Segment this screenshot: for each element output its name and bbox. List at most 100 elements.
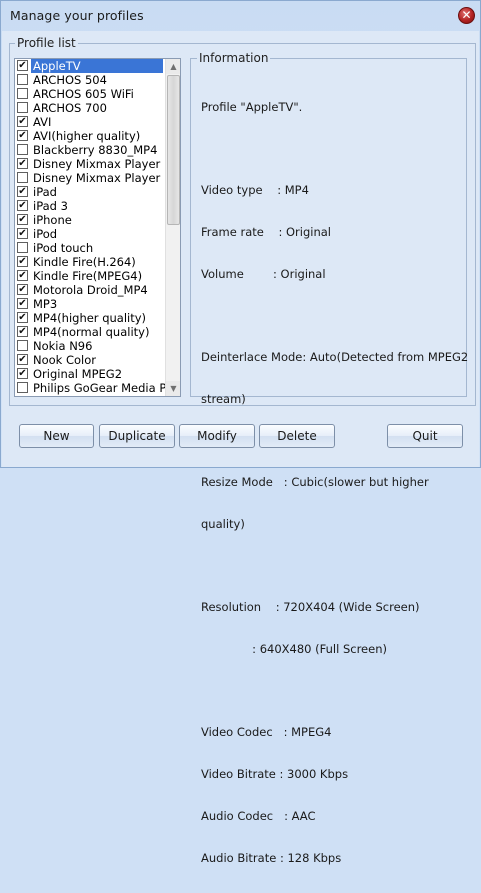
information-group: Information Profile "AppleTV". Video typ… <box>190 51 468 865</box>
profile-list-group-label: Profile list <box>15 36 78 50</box>
info-profile-line: Profile "AppleTV". <box>201 100 303 114</box>
profile-list-item[interactable]: ✔ MP4(normal quality) <box>15 325 165 339</box>
profile-list-item[interactable]: ✔ Kindle Fire(H.264) <box>15 255 165 269</box>
profile-list-item[interactable]: ✔ iPhone <box>15 213 165 227</box>
profile-item-label: Original MPEG2 <box>33 367 123 381</box>
profile-checkbox[interactable] <box>17 172 28 183</box>
profile-checkbox[interactable]: ✔ <box>17 214 28 225</box>
modify-button[interactable]: Modify <box>179 424 255 448</box>
profile-item-label: iPhone <box>33 213 72 227</box>
profile-item-label: MP3 <box>33 297 58 311</box>
profile-item-label: AppleTV <box>31 59 163 73</box>
info-resolution-1: Resolution : 720X404 (Wide Screen) <box>201 600 420 614</box>
duplicate-button[interactable]: Duplicate <box>99 424 175 448</box>
info-resize-2: quality) <box>201 517 245 531</box>
info-audio-codec: Audio Codec : AAC <box>201 809 316 823</box>
delete-button[interactable]: Delete <box>259 424 335 448</box>
profile-list-item[interactable]: Disney Mixmax Player Plu <box>15 171 165 185</box>
profile-item-label: Blackberry 8830_MP4 <box>33 143 158 157</box>
profile-list-item[interactable]: Nokia N96 <box>15 339 165 353</box>
profile-checkbox[interactable] <box>17 88 28 99</box>
profile-list-item[interactable]: Philips GoGear Media Pla <box>15 381 165 395</box>
profile-list-item[interactable]: ✔ Nook Color <box>15 353 165 367</box>
profile-list-item[interactable]: ✔ AVI(higher quality) <box>15 129 165 143</box>
profile-checkbox[interactable]: ✔ <box>17 326 28 337</box>
profile-checkbox[interactable]: ✔ <box>17 228 28 239</box>
profile-list-item[interactable]: ARCHOS 700 <box>15 101 165 115</box>
profile-item-label: Kindle Fire(H.264) <box>33 255 136 269</box>
profile-checkbox[interactable]: ✔ <box>17 256 28 267</box>
profile-list-item[interactable]: ✔ Kindle Fire(MPEG4) <box>15 269 165 283</box>
profile-item-label: Disney Mixmax Player <box>33 157 161 171</box>
profile-checkbox[interactable]: ✔ <box>17 354 28 365</box>
profile-checkbox[interactable] <box>17 74 28 85</box>
scroll-up-arrow-icon[interactable]: ▲ <box>166 59 180 74</box>
profile-checkbox[interactable]: ✔ <box>17 60 28 71</box>
profile-list-item[interactable]: ✔ iPad 3 <box>15 199 165 213</box>
profile-listbox[interactable]: ✔ AppleTV ARCHOS 504 ARCHOS 605 WiFi ARCHOS … <box>14 58 181 397</box>
profile-item-label: iPad <box>33 185 57 199</box>
info-deinterlace-1: Deinterlace Mode: Auto(Detected from MPE… <box>201 350 469 364</box>
profile-checkbox[interactable] <box>17 340 28 351</box>
profile-item-label: MP4(higher quality) <box>33 311 147 325</box>
profile-checkbox[interactable] <box>17 144 28 155</box>
info-video-codec: Video Codec : MPEG4 <box>201 725 332 739</box>
info-resolution-2: : 640X480 (Full Screen) <box>201 642 387 656</box>
profile-item-label: ARCHOS 700 <box>33 101 107 115</box>
profile-list-item[interactable]: ✔ AVI <box>15 115 165 129</box>
new-button[interactable]: New <box>19 424 94 448</box>
profile-checkbox[interactable]: ✔ <box>17 130 28 141</box>
manage-profiles-dialog: Manage your profiles ✕ Profile list ✔ App… <box>0 0 481 865</box>
scroll-down-arrow-icon[interactable]: ▼ <box>166 381 180 396</box>
profile-checkbox[interactable]: ✔ <box>17 200 28 211</box>
title-bar[interactable]: Manage your profiles ✕ <box>1 1 480 31</box>
info-video-type: Video type : MP4 <box>201 183 309 197</box>
information-group-label: Information <box>197 51 271 65</box>
profile-list-item[interactable]: ✔ MP3 <box>15 297 165 311</box>
info-resize-1: Resize Mode : Cubic(slower but higher <box>201 475 429 489</box>
close-icon[interactable]: ✕ <box>458 7 475 24</box>
profile-list-item[interactable]: ✔ Motorola Droid_MP4 <box>15 283 165 297</box>
profile-checkbox[interactable]: ✔ <box>17 312 28 323</box>
profile-checkbox[interactable]: ✔ <box>17 186 28 197</box>
profile-list-item[interactable]: ✔ AppleTV <box>15 59 165 73</box>
profile-list-item[interactable]: ✔ Original MPEG2 <box>15 367 165 381</box>
profile-list-item[interactable]: Blackberry 8830_MP4 <box>15 143 165 157</box>
profile-checkbox[interactable]: ✔ <box>17 284 28 295</box>
profile-checkbox[interactable] <box>17 382 28 393</box>
profile-item-label: Motorola Droid_MP4 <box>33 283 148 297</box>
profile-item-label: Philips GoGear Media Pla <box>33 381 165 395</box>
window-title: Manage your profiles <box>10 8 144 23</box>
profile-item-label: iPod touch <box>33 241 94 255</box>
profile-checkbox[interactable]: ✔ <box>17 270 28 281</box>
profile-item-label: MP4(normal quality) <box>33 325 150 339</box>
profile-item-label: ARCHOS 605 WiFi <box>33 87 134 101</box>
profile-item-label: Disney Mixmax Player Plu <box>33 171 165 185</box>
profile-list-item[interactable]: ✔ Disney Mixmax Player <box>15 157 165 171</box>
profile-checkbox[interactable] <box>17 102 28 113</box>
profile-list-item[interactable]: iPod touch <box>15 241 165 255</box>
profile-item-label: ARCHOS 504 <box>33 73 107 87</box>
profile-checkbox[interactable]: ✔ <box>17 368 28 379</box>
profile-list-item[interactable]: ✔ iPad <box>15 185 165 199</box>
profile-list-item[interactable]: ARCHOS 504 <box>15 73 165 87</box>
profile-list-item[interactable]: ARCHOS 605 WiFi <box>15 87 165 101</box>
profile-list-item[interactable]: ✔ iPod <box>15 227 165 241</box>
profile-checkbox[interactable]: ✔ <box>17 158 28 169</box>
profile-list-items: ✔ AppleTV ARCHOS 504 ARCHOS 605 WiFi ARCHOS … <box>15 59 165 396</box>
profile-checkbox[interactable] <box>17 242 28 253</box>
profile-item-label: AVI(higher quality) <box>33 129 141 143</box>
profile-item-label: AVI <box>33 115 52 129</box>
profile-item-label: Nokia N96 <box>33 339 93 353</box>
quit-button[interactable]: Quit <box>387 424 463 448</box>
info-frame-rate: Frame rate : Original <box>201 225 331 239</box>
profile-item-label: iPad 3 <box>33 199 68 213</box>
profile-item-label: Nook Color <box>33 353 97 367</box>
profile-checkbox[interactable]: ✔ <box>17 116 28 127</box>
information-text: Profile "AppleTV". Video type : MP4 Fram… <box>201 72 469 893</box>
scroll-thumb[interactable] <box>167 75 180 225</box>
info-audio-bitrate: Audio Bitrate : 128 Kbps <box>201 851 342 865</box>
profile-list-item[interactable]: ✔ MP4(higher quality) <box>15 311 165 325</box>
profile-checkbox[interactable]: ✔ <box>17 298 28 309</box>
list-scrollbar[interactable]: ▲ ▼ <box>165 59 180 396</box>
